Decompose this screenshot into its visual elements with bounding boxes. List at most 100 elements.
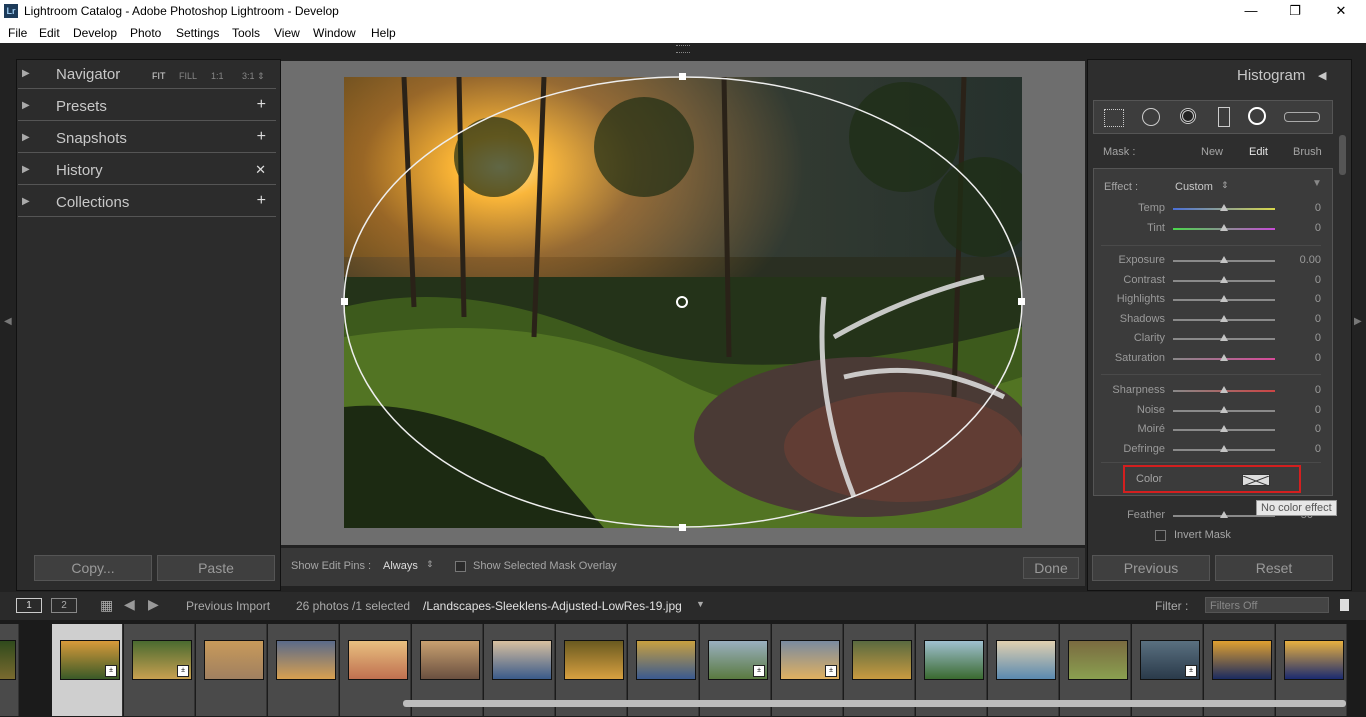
thumbnail[interactable]	[0, 640, 16, 680]
close-button[interactable]: ✕	[1326, 2, 1356, 20]
filmstrip-cell[interactable]: ±	[124, 624, 195, 716]
slider-knob[interactable]	[1220, 405, 1228, 413]
thumbnail[interactable]	[1284, 640, 1344, 680]
mask-overlay-checkbox[interactable]	[455, 561, 466, 572]
menu-photo[interactable]: Photo	[130, 26, 161, 40]
navigator-header[interactable]: ▶ Navigator FIT FILL 1:1 3:1 ⇕	[18, 62, 276, 89]
adjustment-brush-icon[interactable]	[1284, 112, 1320, 122]
effect-collapse-icon[interactable]: ▼	[1312, 178, 1322, 189]
filmstrip-cell[interactable]	[196, 624, 267, 716]
filter-select[interactable]: Filters Off	[1205, 597, 1329, 613]
source-label[interactable]: Previous Import	[186, 599, 270, 613]
menu-develop[interactable]: Develop	[73, 26, 117, 40]
filename[interactable]: /Landscapes-Sleeklens-Adjusted-LowRes-19…	[423, 599, 682, 613]
presets-header[interactable]: ▶ Presets +	[18, 94, 276, 121]
zoom-fill[interactable]: FILL	[179, 71, 197, 81]
thumbnail[interactable]	[996, 640, 1056, 680]
forward-arrow-icon[interactable]: ▶	[148, 596, 159, 613]
menu-tools[interactable]: Tools	[232, 26, 260, 40]
slider-knob[interactable]	[1220, 314, 1228, 322]
mask-edit[interactable]: Edit	[1249, 146, 1268, 158]
show-edit-pins-select[interactable]: Always	[383, 560, 418, 572]
filmstrip-cell[interactable]: ±	[52, 624, 123, 716]
thumbnail[interactable]	[636, 640, 696, 680]
slider-knob[interactable]	[1220, 334, 1228, 341]
sharpness-slider[interactable]: Sharpness 0	[1095, 383, 1325, 399]
filename-dropdown-icon[interactable]: ▼	[696, 599, 705, 609]
clear-history-icon[interactable]: ✕	[255, 162, 266, 178]
thumbnail[interactable]: ±	[132, 640, 192, 680]
thumbnail[interactable]	[852, 640, 912, 680]
add-collection-icon[interactable]: +	[257, 192, 266, 210]
tint-slider[interactable]: Tint 0	[1095, 221, 1325, 237]
menu-view[interactable]: View	[274, 26, 300, 40]
reset-button[interactable]: Reset	[1215, 555, 1333, 581]
history-header[interactable]: ▶ History ✕	[18, 158, 276, 185]
menu-file[interactable]: File	[8, 26, 27, 40]
thumbnail[interactable]	[420, 640, 480, 680]
thumbnail[interactable]: ±	[708, 640, 768, 680]
menu-settings[interactable]: Settings	[176, 26, 219, 40]
zoom-1-1[interactable]: 1:1	[211, 71, 224, 81]
color-swatch[interactable]	[1242, 474, 1270, 487]
spot-removal-icon[interactable]	[1142, 108, 1160, 126]
thumbnail[interactable]	[204, 640, 264, 680]
red-eye-icon[interactable]	[1180, 108, 1196, 124]
temp-slider[interactable]: Temp 0	[1095, 201, 1325, 217]
slider-knob[interactable]	[1220, 425, 1228, 432]
add-snapshot-icon[interactable]: +	[257, 128, 266, 146]
thumbnail[interactable]: ±	[780, 640, 840, 680]
slider-knob[interactable]	[1220, 204, 1228, 211]
main-window-button[interactable]: 1	[16, 598, 42, 613]
radial-filter-overlay[interactable]	[338, 71, 1028, 534]
slider-knob[interactable]	[1220, 295, 1228, 302]
radial-filter-icon[interactable]	[1248, 107, 1266, 125]
shadows-slider[interactable]: Shadows 0	[1095, 312, 1325, 328]
copy-button[interactable]: Copy...	[34, 555, 152, 581]
thumbnail[interactable]	[924, 640, 984, 680]
menu-window[interactable]: Window	[313, 26, 356, 40]
slider-knob[interactable]	[1220, 444, 1228, 452]
defringe-slider[interactable]: Defringe 0	[1095, 442, 1325, 458]
menu-edit[interactable]: Edit	[39, 26, 60, 40]
invert-mask-checkbox[interactable]	[1155, 530, 1166, 541]
filter-lock-icon[interactable]	[1340, 599, 1349, 611]
thumbnail[interactable]	[492, 640, 552, 680]
filmstrip-cell[interactable]	[268, 624, 339, 716]
left-panel-arrow-icon[interactable]: ◀	[4, 316, 12, 327]
add-preset-icon[interactable]: +	[257, 96, 266, 114]
paste-button[interactable]: Paste	[157, 555, 275, 581]
thumbnail[interactable]	[348, 640, 408, 680]
mask-new[interactable]: New	[1201, 146, 1223, 158]
thumbnail[interactable]	[564, 640, 624, 680]
thumbnail[interactable]	[276, 640, 336, 680]
maximize-button[interactable]: ❐	[1280, 2, 1310, 20]
histogram-label[interactable]: Histogram	[1237, 67, 1305, 84]
minimize-button[interactable]: —	[1236, 2, 1266, 20]
slider-knob[interactable]	[1220, 386, 1228, 393]
exposure-slider[interactable]: Exposure 0.00	[1095, 253, 1325, 269]
noise-slider[interactable]: Noise 0	[1095, 403, 1325, 419]
filmstrip-cell[interactable]	[0, 624, 19, 716]
snapshots-header[interactable]: ▶ Snapshots +	[18, 126, 276, 153]
saturation-slider[interactable]: Saturation 0	[1095, 351, 1325, 367]
slider-knob[interactable]	[1220, 223, 1228, 231]
panel-scrollbar[interactable]	[1339, 135, 1346, 175]
slider-knob[interactable]	[1220, 511, 1228, 518]
grid-view-icon[interactable]: ▦	[100, 597, 113, 614]
zoom-3-1[interactable]: 3:1 ⇕	[242, 71, 265, 82]
collapse-triangle-icon[interactable]: ◀	[1318, 69, 1326, 82]
slider-knob[interactable]	[1220, 353, 1228, 361]
zoom-fit[interactable]: FIT	[152, 71, 166, 81]
collections-header[interactable]: ▶ Collections +	[18, 190, 276, 217]
thumbnail[interactable]	[1068, 640, 1128, 680]
menu-help[interactable]: Help	[371, 26, 396, 40]
top-panel-toggle[interactable]	[676, 45, 690, 53]
right-panel-arrow-icon[interactable]: ▶	[1354, 316, 1362, 327]
crop-tool-icon[interactable]	[1104, 109, 1124, 127]
filmstrip-scrollbar[interactable]	[403, 700, 1346, 707]
back-arrow-icon[interactable]: ◀	[124, 596, 135, 613]
thumbnail[interactable]	[1212, 640, 1272, 680]
clarity-slider[interactable]: Clarity 0	[1095, 331, 1325, 347]
done-button[interactable]: Done	[1023, 557, 1079, 579]
